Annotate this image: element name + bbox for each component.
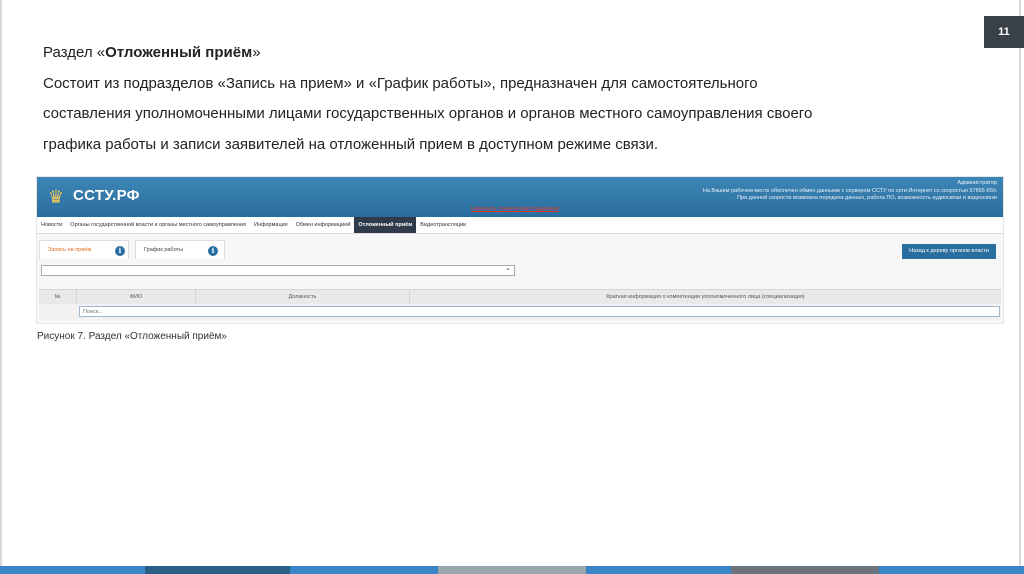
- chevron-down-icon: ⌄: [505, 265, 511, 272]
- column-header-number[interactable]: №: [39, 290, 77, 304]
- connection-capabilities-text: При данной скорости возможна передача да…: [737, 195, 997, 201]
- slide-frame-left: [0, 0, 2, 566]
- nav-item-news[interactable]: Новости: [37, 217, 66, 233]
- app-screenshot: ♛ ССТУ.РФ Администратор На Вашем рабочем…: [37, 177, 1003, 323]
- tab-schedule-label: График работы: [144, 247, 183, 253]
- slide-text: Раздел «Отложенный приём» Состоит из под…: [43, 38, 973, 160]
- column-header-fio[interactable]: ФИО: [77, 290, 196, 304]
- nav-item-authorities[interactable]: Органы государственной власти и органы м…: [66, 217, 250, 233]
- info-circle-icon[interactable]: i: [208, 246, 218, 256]
- connection-speed-text: На Вашем рабочем месте обеспечен обмен д…: [702, 187, 997, 194]
- slide-frame-right: [1019, 0, 1021, 566]
- description-line-2: составления уполномоченными лицами госуд…: [43, 105, 813, 122]
- coat-of-arms-icon: ♛: [47, 187, 65, 207]
- info-circle-icon[interactable]: i: [115, 246, 125, 256]
- page-number: 11: [998, 26, 1010, 38]
- support-alert-link[interactable]: Нарушить технический поддержки: [471, 206, 559, 212]
- column-header-position[interactable]: Должность: [196, 290, 410, 304]
- slide-heading: Раздел «Отложенный приём»: [43, 44, 261, 61]
- officials-table-header: № ФИО Должность Краткая информация о ком…: [39, 289, 1001, 305]
- nav-item-deferred-reception[interactable]: Отложенный приём: [354, 217, 417, 233]
- tab-booking[interactable]: Запись на приём i: [39, 240, 129, 259]
- connection-info: Администратор На Вашем рабочем месте обе…: [703, 180, 997, 203]
- section-name: Отложенный приём: [105, 44, 253, 61]
- search-input[interactable]: [79, 306, 1000, 317]
- authority-select[interactable]: ⌄: [41, 265, 515, 276]
- back-to-authorities-button[interactable]: Назад к дереву органов власти: [902, 244, 996, 259]
- table-filter-row: [39, 304, 1001, 320]
- subsection-tabs: Запись на приём i График работы i: [37, 240, 1003, 260]
- tab-booking-label: Запись на приём: [48, 247, 92, 253]
- description-line-3: графика работы и записи заявителей на от…: [43, 135, 659, 153]
- description-line-1: Состоит из подразделов «Запись на прием»…: [43, 74, 758, 92]
- app-logo[interactable]: ССТУ.РФ: [73, 187, 140, 204]
- tab-schedule[interactable]: График работы i: [135, 240, 225, 259]
- column-header-info[interactable]: Краткая информация о компетенции уполном…: [410, 290, 1001, 304]
- nav-item-info-exchange[interactable]: Обмен информацией: [292, 217, 355, 233]
- bottom-decor-bar: [0, 566, 1024, 574]
- user-role[interactable]: Администратор: [703, 180, 997, 188]
- nav-item-information[interactable]: Информация: [250, 217, 292, 233]
- main-nav: Новости Органы государственной власти и …: [37, 217, 1003, 234]
- app-header: ♛ ССТУ.РФ Администратор На Вашем рабочем…: [37, 177, 1003, 217]
- nav-item-video-broadcasts[interactable]: Видеотрансляции: [416, 217, 470, 233]
- figure-caption: Рисунок 7. Раздел «Отложенный приём»: [37, 331, 227, 342]
- page-number-badge: 11: [984, 16, 1024, 48]
